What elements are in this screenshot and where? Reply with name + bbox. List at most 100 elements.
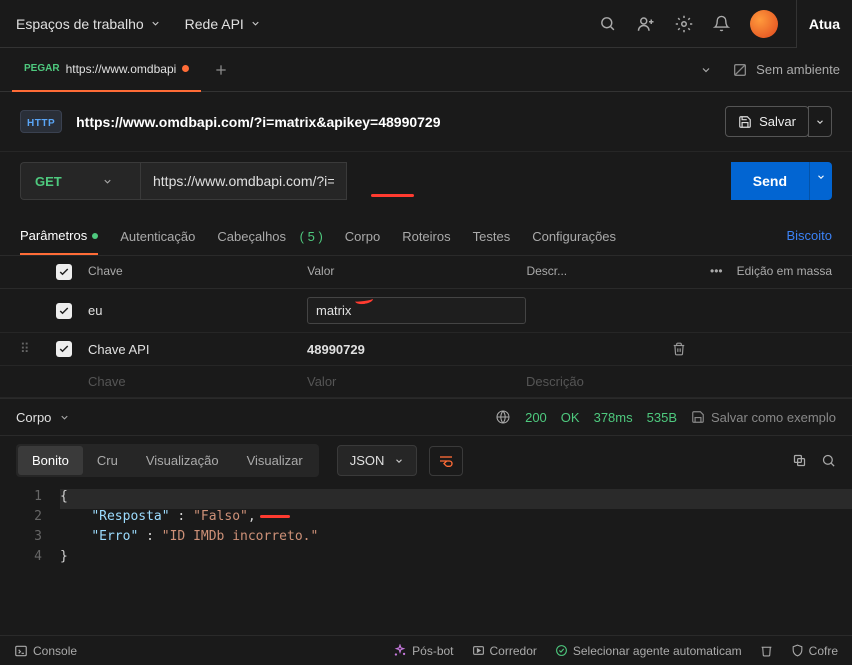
delete-param-button[interactable] — [672, 342, 722, 356]
tab-tests[interactable]: Testes — [473, 218, 511, 255]
response-size: 535B — [647, 410, 677, 425]
tab-actions-chevron[interactable] — [696, 60, 716, 80]
param-desc-input[interactable] — [526, 374, 672, 389]
copy-icon[interactable] — [792, 453, 807, 468]
view-pretty[interactable]: Bonito — [18, 446, 83, 475]
select-all-checkbox[interactable] — [56, 264, 72, 280]
tab-params[interactable]: Parâmetros — [20, 218, 98, 255]
workspaces-dropdown[interactable]: Espaços de trabalho — [16, 16, 161, 32]
save-label: Salvar — [759, 114, 796, 129]
avatar[interactable] — [750, 10, 778, 38]
save-options-button[interactable] — [808, 106, 832, 137]
params-indicator-icon — [92, 233, 98, 239]
drag-handle-icon[interactable]: ⠿ — [20, 341, 30, 356]
param-value-input[interactable] — [316, 303, 517, 318]
request-tab[interactable]: PEGAR https://www.omdbapi — [12, 48, 201, 92]
tab-auth[interactable]: Autenticação — [120, 218, 195, 255]
param-checkbox[interactable] — [56, 341, 72, 357]
request-tabs: Parâmetros Autenticação Cabeçalhos ( 5 )… — [0, 218, 852, 256]
chevron-down-icon — [102, 176, 113, 187]
chevron-down-icon — [816, 172, 826, 182]
invite-icon[interactable] — [636, 14, 656, 34]
param-desc-input[interactable] — [526, 342, 672, 357]
status-text: OK — [561, 410, 580, 425]
param-key-input[interactable] — [88, 374, 307, 389]
shield-icon — [791, 644, 804, 657]
postbot-button[interactable]: Pós-bot — [393, 644, 453, 658]
param-row: ⠿ — [0, 333, 852, 366]
method-label: GET — [35, 174, 62, 189]
tab-title: https://www.omdbapi — [66, 62, 177, 76]
chevron-down-icon — [394, 456, 404, 466]
tab-bar: PEGAR https://www.omdbapi Sem ambiente — [0, 48, 852, 92]
api-network-dropdown[interactable]: Rede API — [185, 16, 261, 32]
method-select[interactable]: GET — [20, 162, 140, 200]
trash-button[interactable] — [760, 644, 773, 657]
format-select[interactable]: JSON — [337, 445, 418, 476]
check-circle-icon — [555, 644, 568, 657]
api-network-label: Rede API — [185, 16, 244, 32]
runner-button[interactable]: Corredor — [472, 644, 537, 658]
response-tab-select[interactable]: Corpo — [16, 410, 70, 425]
response-body[interactable]: 1{ 2 "Resposta" : "Falso", 3 "Erro" : "I… — [0, 485, 852, 585]
tab-method-label: PEGAR — [24, 63, 60, 74]
tab-headers[interactable]: Cabeçalhos ( 5 ) — [217, 218, 322, 255]
param-row — [0, 289, 852, 333]
url-input[interactable] — [140, 162, 347, 200]
url-row: GET Send — [0, 152, 852, 218]
param-checkbox[interactable] — [56, 303, 72, 319]
view-raw[interactable]: Cru — [83, 446, 132, 475]
request-header: HTTP https://www.omdbapi.com/?i=matrix&a… — [0, 92, 852, 152]
tab-body[interactable]: Corpo — [345, 218, 380, 255]
environment-label: Sem ambiente — [756, 62, 840, 77]
notifications-icon[interactable] — [712, 14, 732, 34]
column-options-button[interactable]: ••• — [710, 264, 723, 278]
view-preview[interactable]: Visualização — [132, 446, 233, 475]
save-icon — [738, 115, 752, 129]
tab-settings[interactable]: Configurações — [532, 218, 616, 255]
chevron-down-icon — [150, 18, 161, 29]
globe-icon[interactable] — [495, 409, 511, 425]
search-icon[interactable] — [821, 453, 836, 468]
upgrade-button[interactable]: Atua — [796, 0, 852, 48]
request-title: https://www.omdbapi.com/?i=matrix&apikey… — [76, 114, 440, 130]
view-visualize[interactable]: Visualizar — [233, 446, 317, 475]
response-bar: Corpo 200 OK 378ms 535B Salvar como exem… — [0, 398, 852, 436]
trash-icon — [760, 644, 773, 657]
param-value-input[interactable] — [307, 374, 526, 389]
chevron-down-icon — [815, 117, 825, 127]
top-bar: Espaços de trabalho Rede API Atua — [0, 0, 852, 48]
save-example-button[interactable]: Salvar como exemplo — [691, 410, 836, 425]
terminal-icon — [14, 644, 28, 658]
console-button[interactable]: Console — [14, 644, 77, 658]
param-row-new — [0, 366, 852, 398]
status-code: 200 — [525, 410, 547, 425]
status-bar: Console Pós-bot Corredor Selecionar agen… — [0, 635, 852, 665]
annotation-mark — [260, 515, 290, 518]
settings-icon[interactable] — [674, 14, 694, 34]
new-tab-button[interactable] — [213, 62, 229, 78]
http-badge: HTTP — [20, 110, 62, 133]
unsaved-dot-icon — [182, 65, 189, 72]
environment-selector[interactable]: Sem ambiente — [732, 62, 840, 78]
vault-button[interactable]: Cofre — [791, 644, 838, 658]
auto-select-agent-button[interactable]: Selecionar agente automaticam — [555, 644, 742, 658]
tab-scripts[interactable]: Roteiros — [402, 218, 450, 255]
response-time: 378ms — [594, 410, 633, 425]
send-options-button[interactable] — [809, 162, 832, 200]
send-button[interactable]: Send — [731, 162, 809, 200]
wrap-icon — [438, 454, 454, 468]
play-icon — [472, 644, 485, 657]
param-value-input[interactable] — [307, 342, 526, 357]
param-desc-input[interactable] — [526, 303, 672, 318]
chevron-down-icon — [250, 18, 261, 29]
column-header-value: Valor — [307, 264, 526, 280]
save-button[interactable]: Salvar — [725, 106, 809, 137]
cookies-link[interactable]: Biscoito — [786, 218, 832, 255]
bulk-edit-button[interactable]: Edição em massa — [737, 264, 832, 280]
response-view-tabs: Bonito Cru Visualização Visualizar JSON — [0, 436, 852, 485]
search-icon[interactable] — [598, 14, 618, 34]
param-key-input[interactable] — [88, 342, 307, 357]
param-key-input[interactable] — [88, 303, 307, 318]
wrap-lines-button[interactable] — [429, 446, 463, 476]
